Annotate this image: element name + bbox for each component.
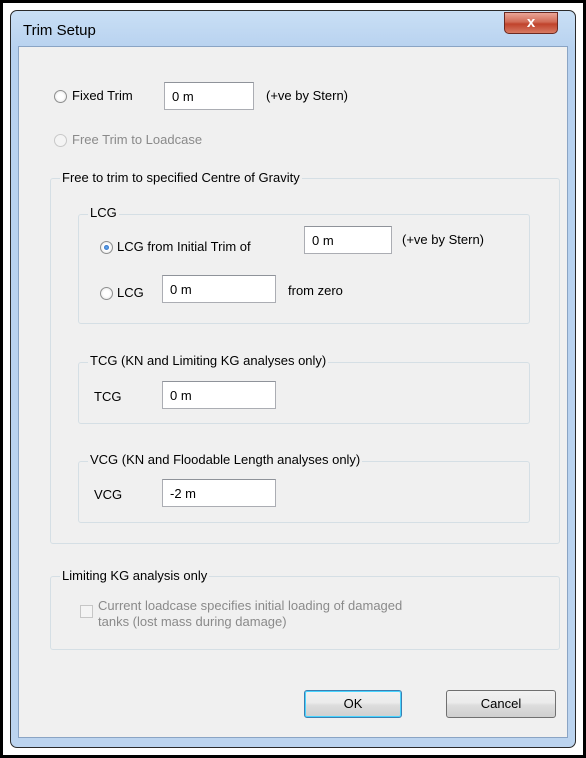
damaged-tanks-label-line2: tanks (lost mass during damage) [98, 614, 287, 629]
dialog-title: Trim Setup [23, 22, 96, 39]
tcg-group [78, 362, 530, 424]
lcg-from-initial-trim-radio[interactable] [100, 241, 113, 254]
tcg-group-title: TCG (KN and Limiting KG analyses only) [88, 353, 329, 368]
free-trim-radio[interactable] [54, 134, 67, 147]
lcg-from-zero-label: LCG [117, 285, 144, 300]
close-button[interactable]: x [504, 12, 558, 34]
fixed-trim-radio[interactable] [54, 90, 67, 103]
cancel-button[interactable]: Cancel [446, 690, 556, 718]
damaged-tanks-label-line1: Current loadcase specifies initial loadi… [98, 598, 403, 613]
free-trim-label: Free Trim to Loadcase [72, 132, 203, 147]
lcg-from-zero-input[interactable] [162, 275, 276, 303]
lcg-group-title: LCG [88, 205, 119, 220]
vcg-group [78, 461, 530, 523]
vcg-input[interactable] [162, 479, 276, 507]
lcg-initial-trim-note: (+ve by Stern) [402, 232, 485, 247]
damaged-tanks-label: Current loadcase specifies initial loadi… [98, 598, 402, 630]
fixed-trim-input[interactable] [164, 82, 254, 110]
fixed-trim-label: Fixed Trim [72, 88, 133, 103]
ok-button[interactable]: OK [304, 690, 402, 718]
lcg-from-initial-trim-label: LCG from Initial Trim of [117, 239, 251, 254]
cog-group-title: Free to trim to specified Centre of Grav… [60, 170, 302, 185]
lcg-from-zero-note: from zero [288, 283, 343, 298]
vcg-label: VCG [94, 487, 123, 502]
tcg-label: TCG [94, 389, 122, 404]
limiting-kg-group-title: Limiting KG analysis only [60, 568, 210, 583]
vcg-group-title: VCG (KN and Floodable Length analyses on… [88, 452, 363, 467]
lcg-initial-trim-input[interactable] [304, 226, 392, 254]
tcg-input[interactable] [162, 381, 276, 409]
damaged-tanks-checkbox[interactable] [80, 605, 93, 618]
fixed-trim-note: (+ve by Stern) [266, 88, 349, 103]
close-icon: x [526, 14, 536, 31]
lcg-from-zero-radio[interactable] [100, 287, 113, 300]
